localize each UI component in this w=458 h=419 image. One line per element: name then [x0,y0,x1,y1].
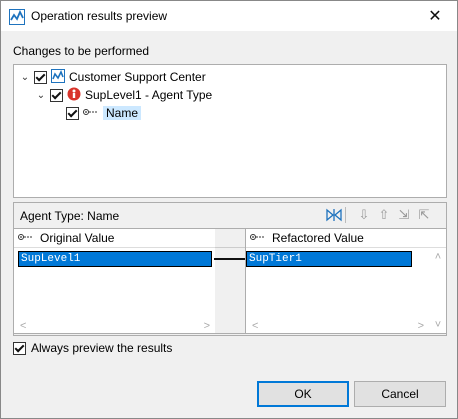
compare-icon[interactable] [326,207,342,223]
toolbar-separator [345,207,346,223]
refactored-value-title: Refactored Value [272,231,364,245]
cancel-button[interactable]: Cancel [354,381,446,407]
diff-gutter [215,228,245,334]
previous-change-icon[interactable]: ⇱ [416,207,432,223]
scroll-up-icon[interactable]: ˄ [435,251,441,263]
agent-type-icon [67,87,81,104]
title-bar: Operation results preview ✕ [1,1,457,31]
tree-item-checkbox[interactable] [50,88,63,102]
tree-item-agent-type[interactable]: ⌄ SupLevel1 - Agent Type [36,86,212,104]
window-title: Operation results preview [31,9,168,23]
chevron-down-icon[interactable]: ⌄ [20,72,30,83]
original-value-field[interactable]: SupLevel1 [18,251,212,267]
scroll-left-icon[interactable]: < [20,320,26,332]
tree-item-checkbox[interactable] [34,70,47,84]
scroll-right-icon[interactable]: > [418,320,424,332]
always-preview-checkbox[interactable] [13,341,26,355]
chevron-down-icon[interactable]: ⌄ [36,90,46,101]
tree-item-label: SupLevel1 - Agent Type [85,88,213,102]
original-value-header: Original Value [14,229,216,248]
diff-connector [214,258,248,260]
tree-item-label: Name [103,106,142,120]
anylogic-model-icon [51,68,65,86]
tree-item-parameter[interactable]: Name [66,104,142,122]
refactored-value-field[interactable]: SupTier1 [246,251,412,267]
tree-item-checkbox[interactable] [66,106,79,120]
agent-type-label: Agent Type: Name [20,209,120,223]
ok-button[interactable]: OK [257,381,349,407]
always-preview-option[interactable]: Always preview the results [13,341,172,355]
original-value-pane: Original Value SupLevel1 < > [13,228,217,334]
parameter-icon [18,231,34,245]
parameter-icon [250,231,266,245]
previous-difference-icon[interactable]: ⇧ [376,207,392,223]
app-icon [9,9,25,28]
parameter-icon [83,106,99,120]
dialog-window: Operation results preview ✕ Changes to b… [0,0,458,419]
always-preview-label: Always preview the results [31,341,173,355]
changes-label: Changes to be performed [13,44,150,58]
gutter-header [215,229,245,248]
horizontal-scrollbar[interactable]: < > [14,319,216,333]
close-icon[interactable]: ✕ [413,1,457,31]
tree-item-label: Customer Support Center [69,70,206,84]
tree-item-model[interactable]: ⌄ Customer Support Center [20,68,206,86]
vertical-scrollbar[interactable]: ˄ ˅ [432,251,444,331]
original-value-title: Original Value [40,231,115,245]
next-change-icon[interactable]: ⇲ [396,207,412,223]
horizontal-scrollbar[interactable]: < > [246,319,430,333]
scroll-right-icon[interactable]: > [204,320,210,332]
next-difference-icon[interactable]: ⇩ [356,207,372,223]
refactored-value-pane: Refactored Value SupTier1 ˄ ˅ < > [245,228,447,334]
scroll-down-icon[interactable]: ˅ [435,319,441,331]
scroll-left-icon[interactable]: < [252,320,258,332]
refactored-value-header: Refactored Value [246,229,446,248]
changes-tree: ⌄ Customer Support Center ⌄ SupLevel1 - [13,64,447,198]
